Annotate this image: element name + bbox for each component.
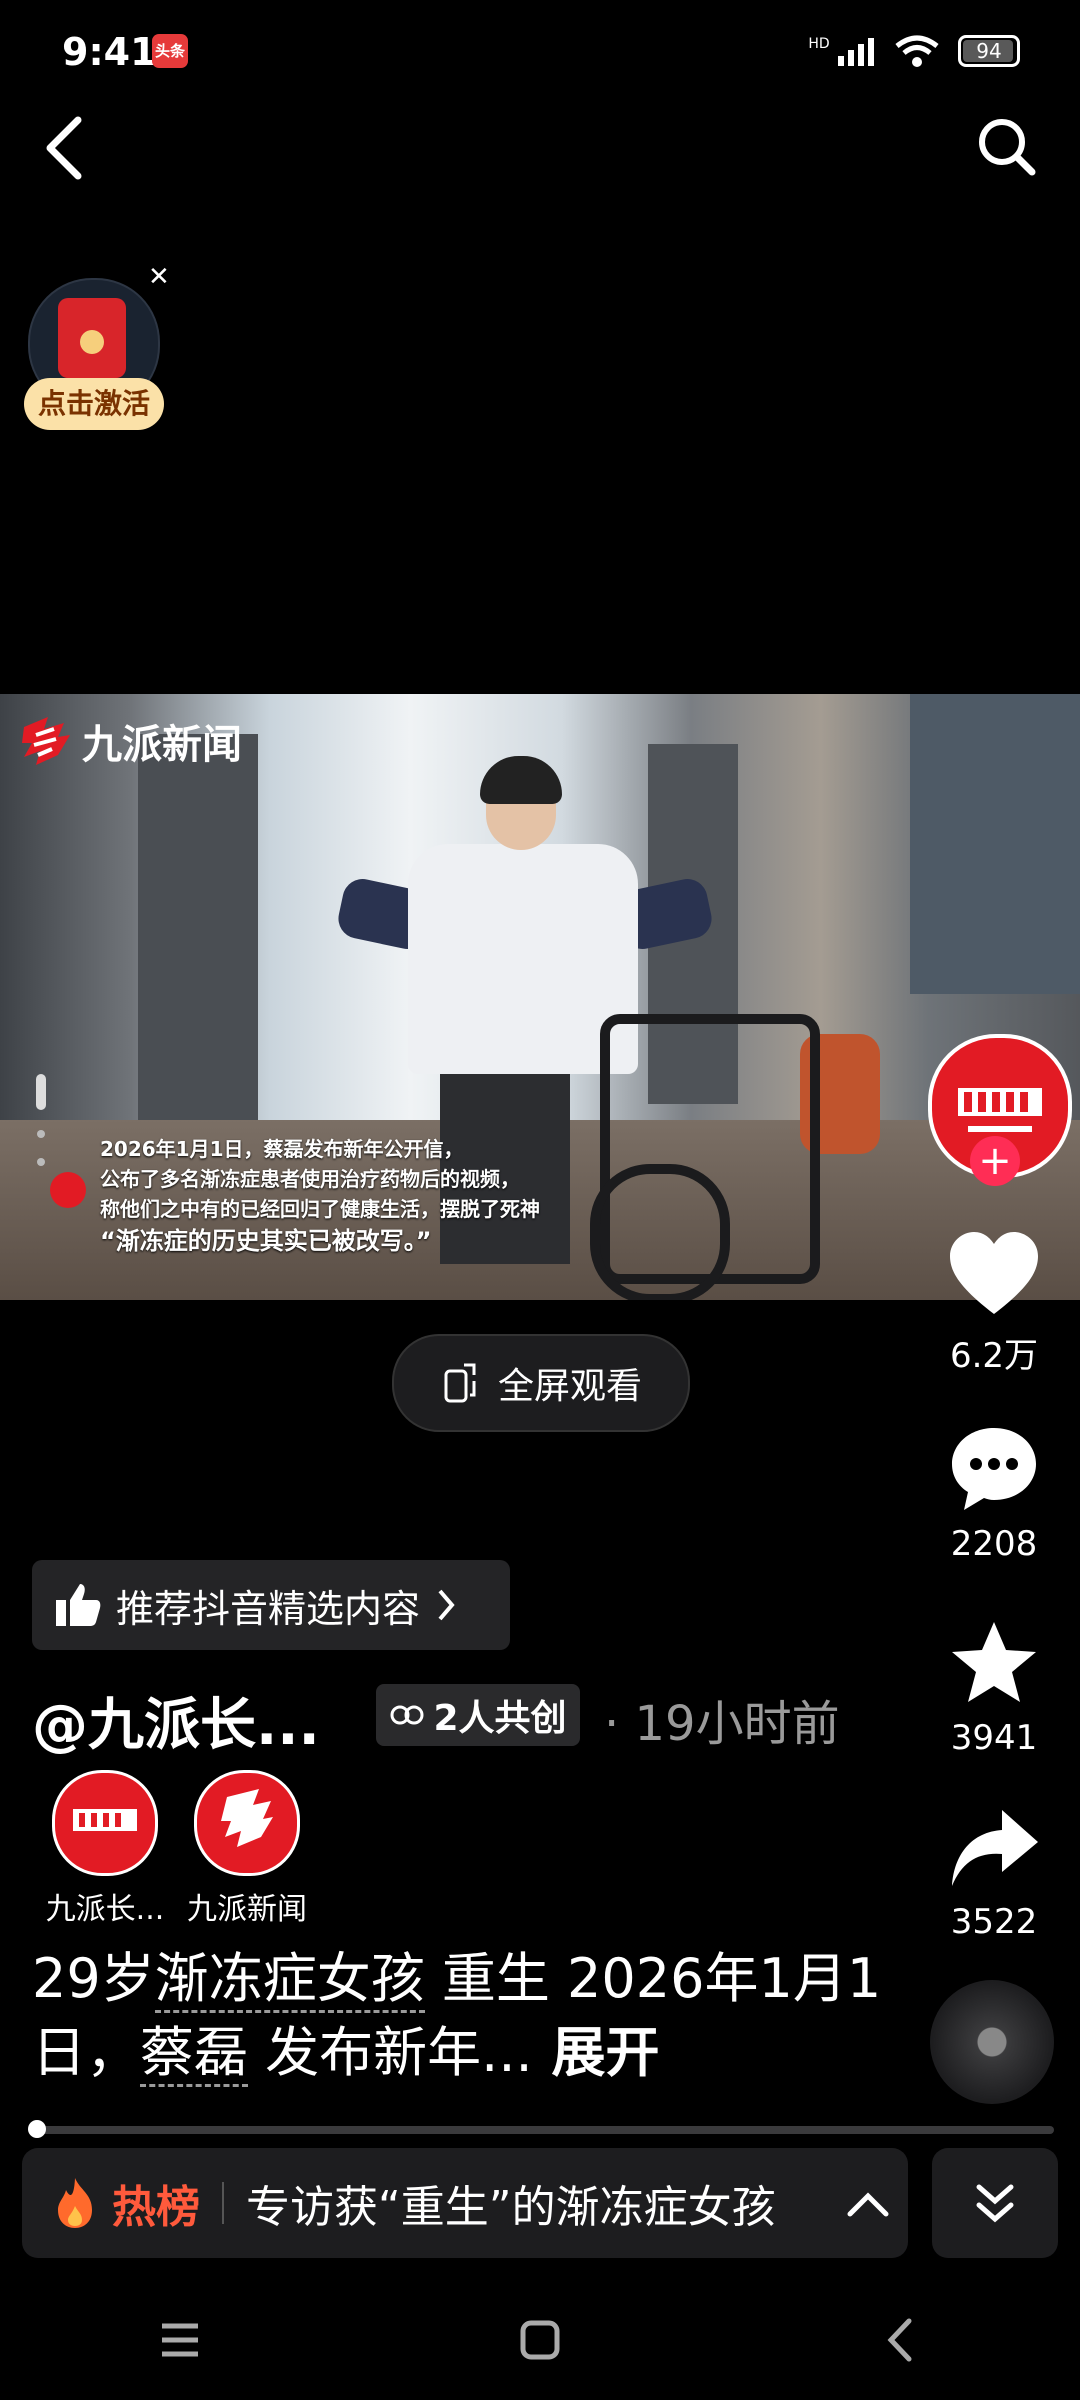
- video-description[interactable]: 29岁渐冻症女孩 重生 2026年1月1日，蔡磊 发布新年... 展开: [32, 1942, 912, 2090]
- video-player[interactable]: 九派新闻 2026年1月1日，蔡磊发布新年公开信， 公布了多名渐冻症患者使用治疗…: [0, 694, 1080, 1300]
- share-arrow-icon: [952, 1810, 1038, 1886]
- double-chevron-down-icon: [976, 2184, 1014, 2223]
- hot-list-title: 专访获“重生”的渐冻症女孩: [246, 2182, 776, 2233]
- cocreator-name: 九派长...: [45, 1892, 165, 1927]
- red-packet-widget[interactable]: 点击激活: [24, 278, 174, 438]
- search-button[interactable]: [972, 112, 1042, 182]
- status-time: 9:41: [62, 30, 157, 74]
- menu-button[interactable]: [120, 2290, 240, 2390]
- video-source-logo: 九派新闻: [18, 712, 242, 770]
- status-indicators: HD 94: [808, 34, 1020, 68]
- video-side-indicator-dot: [37, 1130, 45, 1138]
- caption-quote: “渐冻症的历史其实已被改写。”: [100, 1227, 432, 1255]
- cocreate-label: 2人共创: [433, 1698, 567, 1739]
- follow-plus-button[interactable]: +: [970, 1136, 1020, 1186]
- comment-icon: [952, 1428, 1036, 1510]
- back-button[interactable]: [36, 108, 96, 188]
- flame-icon: [58, 2178, 92, 2228]
- video-side-indicator-bar: [36, 1074, 46, 1110]
- thumbs-up-icon: [56, 1584, 101, 1626]
- desc-text: 发布新年...: [248, 2021, 533, 2084]
- collapse-button[interactable]: [932, 2148, 1058, 2258]
- menu-icon: [162, 2323, 198, 2357]
- caption-line: 称他们之中有的已经回归了健康生活，摆脱了死神: [100, 1197, 540, 1221]
- wifi-icon: [895, 35, 939, 67]
- star-icon: [952, 1622, 1036, 1702]
- cocreator-avatar: [52, 1770, 158, 1876]
- video-scene-curtain: [138, 734, 258, 1154]
- system-back-button[interactable]: [840, 2290, 960, 2390]
- home-button[interactable]: [480, 2290, 600, 2390]
- share-button[interactable]: 3522: [924, 1806, 1064, 1942]
- cocreator-item[interactable]: 九派长...: [46, 1770, 180, 1928]
- favorite-button[interactable]: 3941: [924, 1618, 1064, 1758]
- like-button[interactable]: 6.2万: [924, 1230, 1064, 1377]
- home-square-icon: [520, 2320, 560, 2360]
- video-progress-bar[interactable]: [32, 2126, 1054, 2134]
- heart-icon: [950, 1232, 1038, 1314]
- hot-list-bar[interactable]: 热榜 专访获“重生”的渐冻症女孩: [22, 2148, 908, 2258]
- recommend-chip[interactable]: 推荐抖音精选内容: [32, 1560, 510, 1650]
- fullscreen-button[interactable]: 全屏观看: [392, 1334, 690, 1432]
- video-source-name: 九派新闻: [82, 721, 242, 768]
- battery-icon: 94: [958, 35, 1020, 67]
- desc-text: 29岁: [32, 1947, 155, 2010]
- caption-line: 公布了多名渐冻症患者使用治疗药物后的视频，: [100, 1167, 520, 1191]
- search-icon: [979, 119, 1036, 176]
- jiupai-logo-icon: [22, 717, 70, 765]
- link-icon: [390, 1705, 424, 1725]
- expand-link[interactable]: 展开: [533, 2021, 659, 2084]
- like-count: 6.2万: [949, 1336, 1039, 1376]
- hot-list-tag: 热榜: [112, 2182, 200, 2233]
- jiupai-logo-icon: [221, 1789, 273, 1847]
- author-name[interactable]: @九派长...: [32, 1680, 320, 1761]
- chevron-up-icon: [847, 2191, 889, 2216]
- creator-logo-icon: [73, 1809, 137, 1831]
- signal-icon: HD: [808, 36, 876, 66]
- video-side-indicator: [30, 1074, 86, 1208]
- fullscreen-label: 全屏观看: [497, 1366, 642, 1407]
- share-count: 3522: [950, 1902, 1038, 1942]
- divider: [222, 2182, 224, 2224]
- video-scene-screen: [910, 694, 1080, 994]
- recommend-label: 推荐抖音精选内容: [116, 1586, 421, 1631]
- coin-icon: [80, 330, 104, 354]
- cocreate-badge[interactable]: 2人共创: [376, 1684, 580, 1746]
- expand-button[interactable]: [828, 2178, 908, 2229]
- system-nav-bar: [0, 2280, 1080, 2400]
- favorite-count: 3941: [950, 1718, 1038, 1758]
- music-disc-icon[interactable]: [930, 1980, 1054, 2104]
- video-caption: 2026年1月1日，蔡磊发布新年公开信， 公布了多名渐冻症患者使用治疗药物后的视…: [100, 1134, 620, 1258]
- app-badge-icon: 头条: [152, 34, 188, 68]
- cocreator-name: 九派新闻: [187, 1892, 307, 1927]
- progress-handle[interactable]: [28, 2120, 46, 2138]
- video-side-indicator-dot: [37, 1158, 45, 1166]
- topic-link[interactable]: 渐冻症女孩: [154, 1947, 425, 2013]
- comment-count: 2208: [950, 1524, 1038, 1564]
- caption-line: 2026年1月1日，蔡磊发布新年公开信，: [100, 1137, 464, 1161]
- comment-button[interactable]: 2208: [924, 1424, 1064, 1564]
- close-icon[interactable]: ✕: [148, 262, 170, 292]
- activate-label[interactable]: 点击激活: [24, 378, 164, 430]
- video-side-indicator-active: [50, 1172, 86, 1208]
- cocreator-item[interactable]: 九派新闻: [187, 1770, 322, 1928]
- post-time: · 19小时前: [604, 1696, 840, 1752]
- rotate-screen-icon: [444, 1363, 476, 1403]
- chevron-right-icon: [438, 1589, 455, 1621]
- topic-link[interactable]: 蔡磊: [140, 2021, 248, 2087]
- back-arrow-icon: [887, 2318, 912, 2362]
- cocreator-avatar: [194, 1770, 300, 1876]
- chevron-left-icon: [46, 116, 82, 180]
